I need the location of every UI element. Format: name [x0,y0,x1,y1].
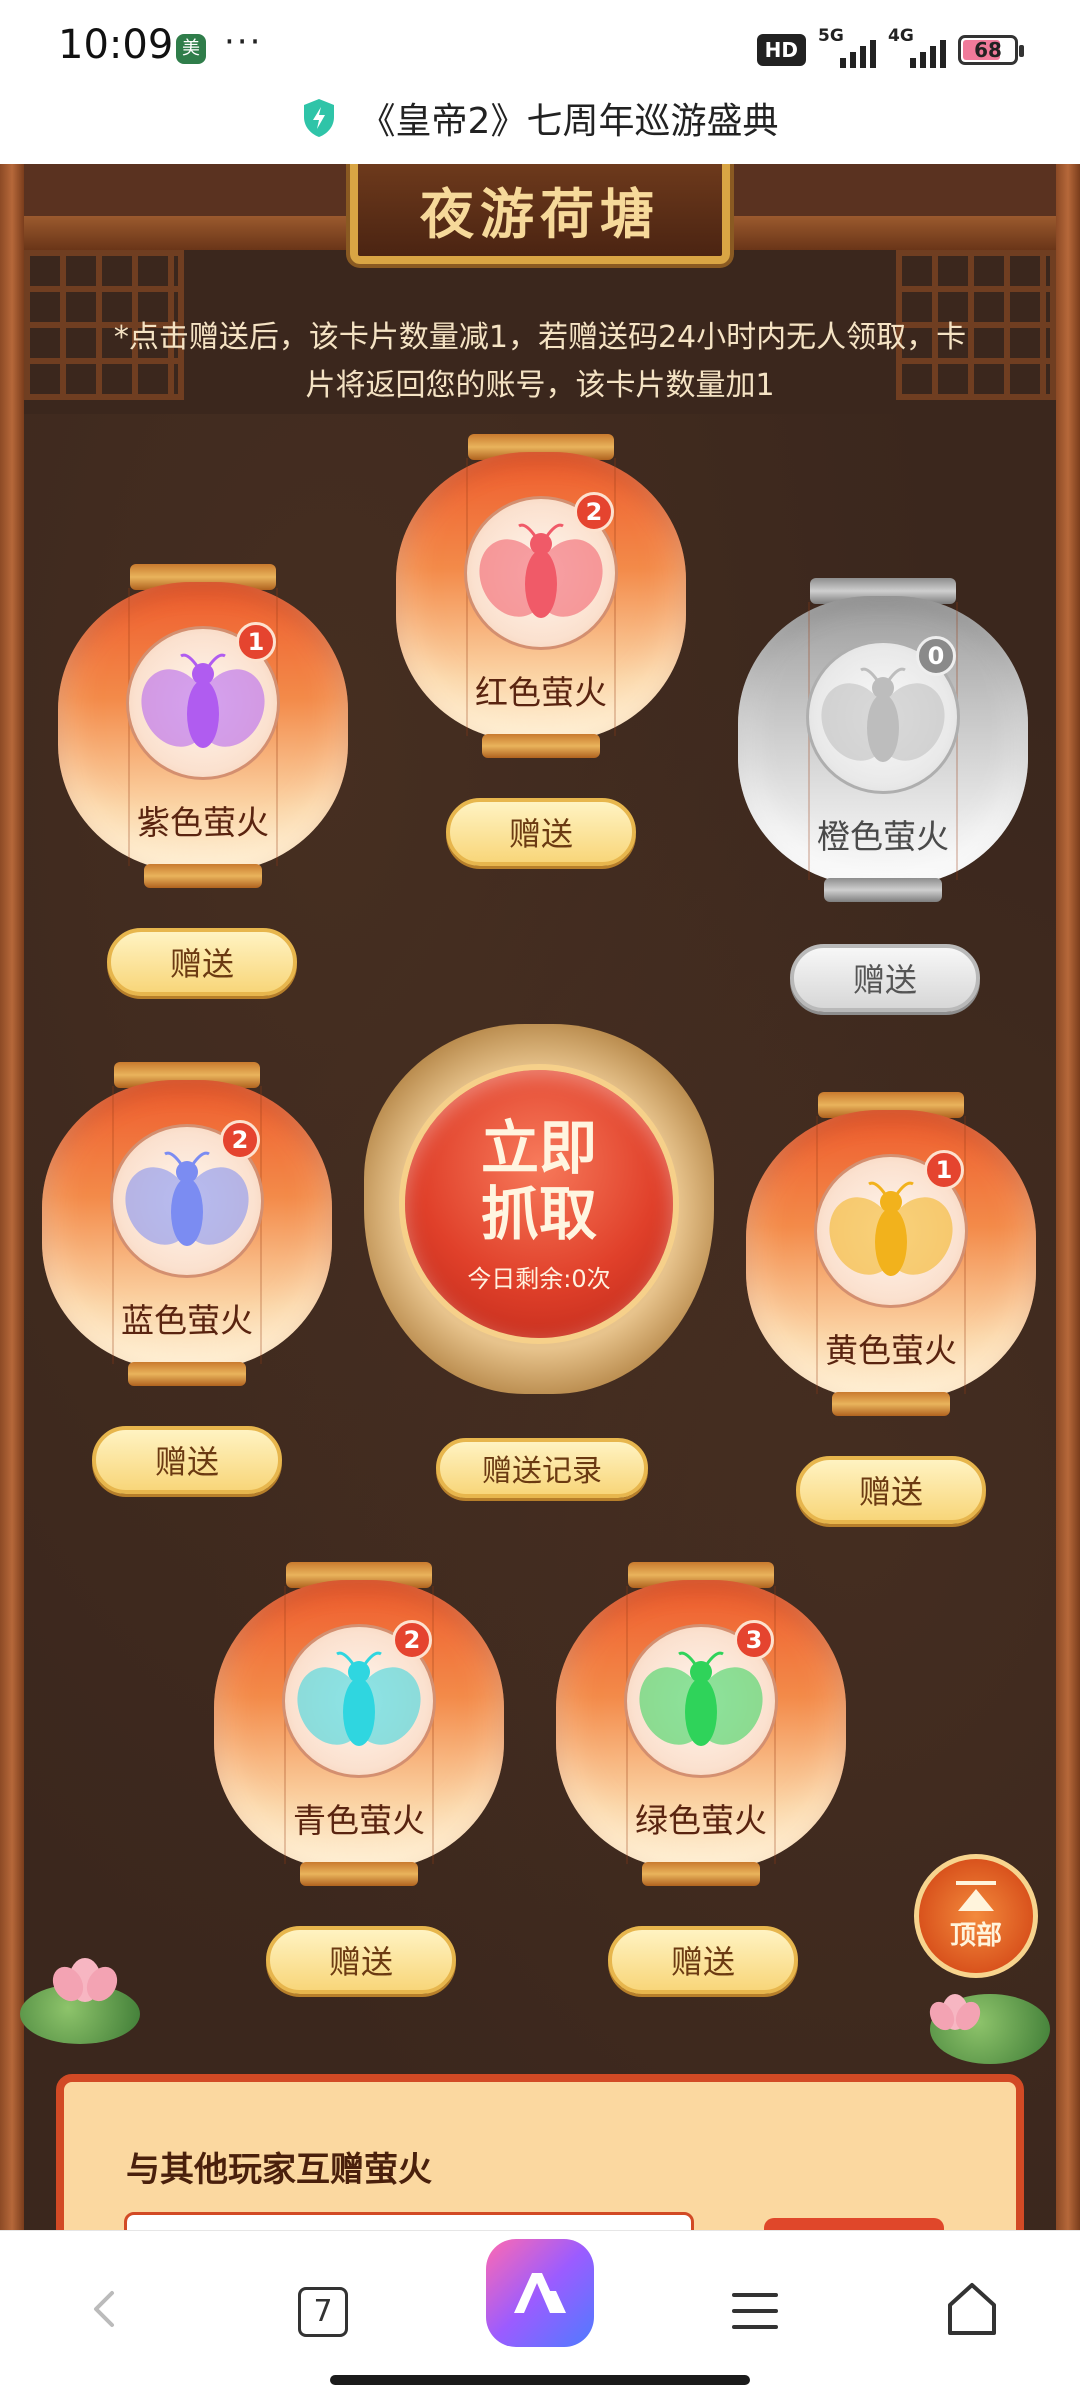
lantern-label: 黄色萤火 [825,1331,957,1370]
firefly-icon [125,1151,249,1246]
scroll-to-top-button[interactable]: 顶部 [914,1854,1038,1978]
banner-title: 夜游荷塘 [420,181,660,246]
lantern-label: 橙色萤火 [817,817,949,856]
give-button-red[interactable]: 赠送 [446,798,636,866]
count-badge: 1 [924,1150,964,1190]
secure-shield-icon [303,99,334,137]
app-notification-icon: 美 [176,34,206,64]
ai-assistant-button[interactable] [486,2239,594,2347]
count-badge: 3 [734,1620,774,1660]
top-button-label: 顶部 [949,1920,1002,1951]
lotus-decoration-left [20,1944,150,2044]
tabs-button[interactable]: 7 [298,2287,348,2337]
battery-icon: 68 [958,35,1024,65]
lantern-label: 红色萤火 [475,673,607,712]
more-notifications-icon: ··· [224,22,263,62]
firefly-icon [821,667,945,762]
lantern-label: 青色萤火 [293,1801,425,1840]
lantern-label: 绿色萤火 [635,1801,767,1840]
home-icon[interactable] [944,2281,1000,2337]
count-badge: 0 [916,636,956,676]
give-button-blue[interactable]: 赠送 [92,1426,282,1494]
give-button-cyan[interactable]: 赠送 [266,1926,456,1994]
arrow-up-icon [956,1880,996,1911]
back-icon[interactable] [84,2289,124,2329]
exchange-panel-title: 与其他玩家互赠萤火 [126,2150,432,2190]
lantern-label: 蓝色萤火 [121,1301,253,1340]
count-badge: 2 [392,1620,432,1660]
page-title-bar: 《皇帝2》七周年巡游盛典 [0,70,1080,166]
give-button-orange[interactable]: 赠送 [790,944,980,1012]
exchange-action-button[interactable] [764,2218,944,2230]
firefly-icon [141,653,265,748]
menu-icon[interactable] [730,2289,780,2333]
signal-4g-icon: 4G [888,26,946,70]
status-indicators: HD 5G 4G 68 [756,26,1024,70]
catch-now-button[interactable]: 立即抓取 今日剩余:0次 [399,1064,679,1344]
count-badge: 1 [236,622,276,662]
lotus-decoration-right [920,1964,1050,2064]
firefly-icon [639,1651,763,1746]
ai-logo-icon [514,2273,566,2313]
status-time: 10:09 [58,22,174,68]
hd-voice-icon: HD [756,34,806,66]
gift-rule-notice: *点击赠送后，该卡片数量减1，若赠送码24小时内无人领取，卡片将返回您的账号，该… [113,320,967,403]
gift-record-button[interactable]: 赠送记录 [436,1438,648,1498]
exchange-panel: 与其他玩家互赠萤火 [56,2074,1024,2230]
give-button-green[interactable]: 赠送 [608,1926,798,1994]
battery-level: 68 [974,38,1002,62]
give-button-yellow[interactable]: 赠送 [796,1456,986,1524]
wooden-frame-right [1056,164,1080,2230]
firefly-icon [829,1181,953,1276]
wooden-frame-left [0,164,24,2230]
give-button-purple[interactable]: 赠送 [107,928,297,996]
firefly-icon [479,523,603,618]
firefly-icon [297,1651,421,1746]
banner-plaque: 夜游荷塘 [350,164,730,264]
remaining-count: 今日剩余:0次 [467,1264,611,1293]
gift-code-input[interactable] [124,2212,694,2230]
game-content[interactable]: 夜游荷塘 *点击赠送后，该卡片数量减1，若赠送码24小时内无人领取，卡片将返回您… [0,164,1080,2230]
page-title: 《皇帝2》七周年巡游盛典 [359,101,779,142]
count-badge: 2 [220,1120,260,1160]
lantern-label: 紫色萤火 [137,803,269,842]
signal-5g-icon: 5G [818,26,876,70]
gesture-bar [330,2375,750,2385]
count-badge: 2 [574,492,614,532]
browser-bottom-bar: 7 [0,2230,1080,2400]
catch-button-frame: 立即抓取 今日剩余:0次 [364,1024,714,1394]
catch-now-label: 立即抓取 [480,1113,597,1248]
